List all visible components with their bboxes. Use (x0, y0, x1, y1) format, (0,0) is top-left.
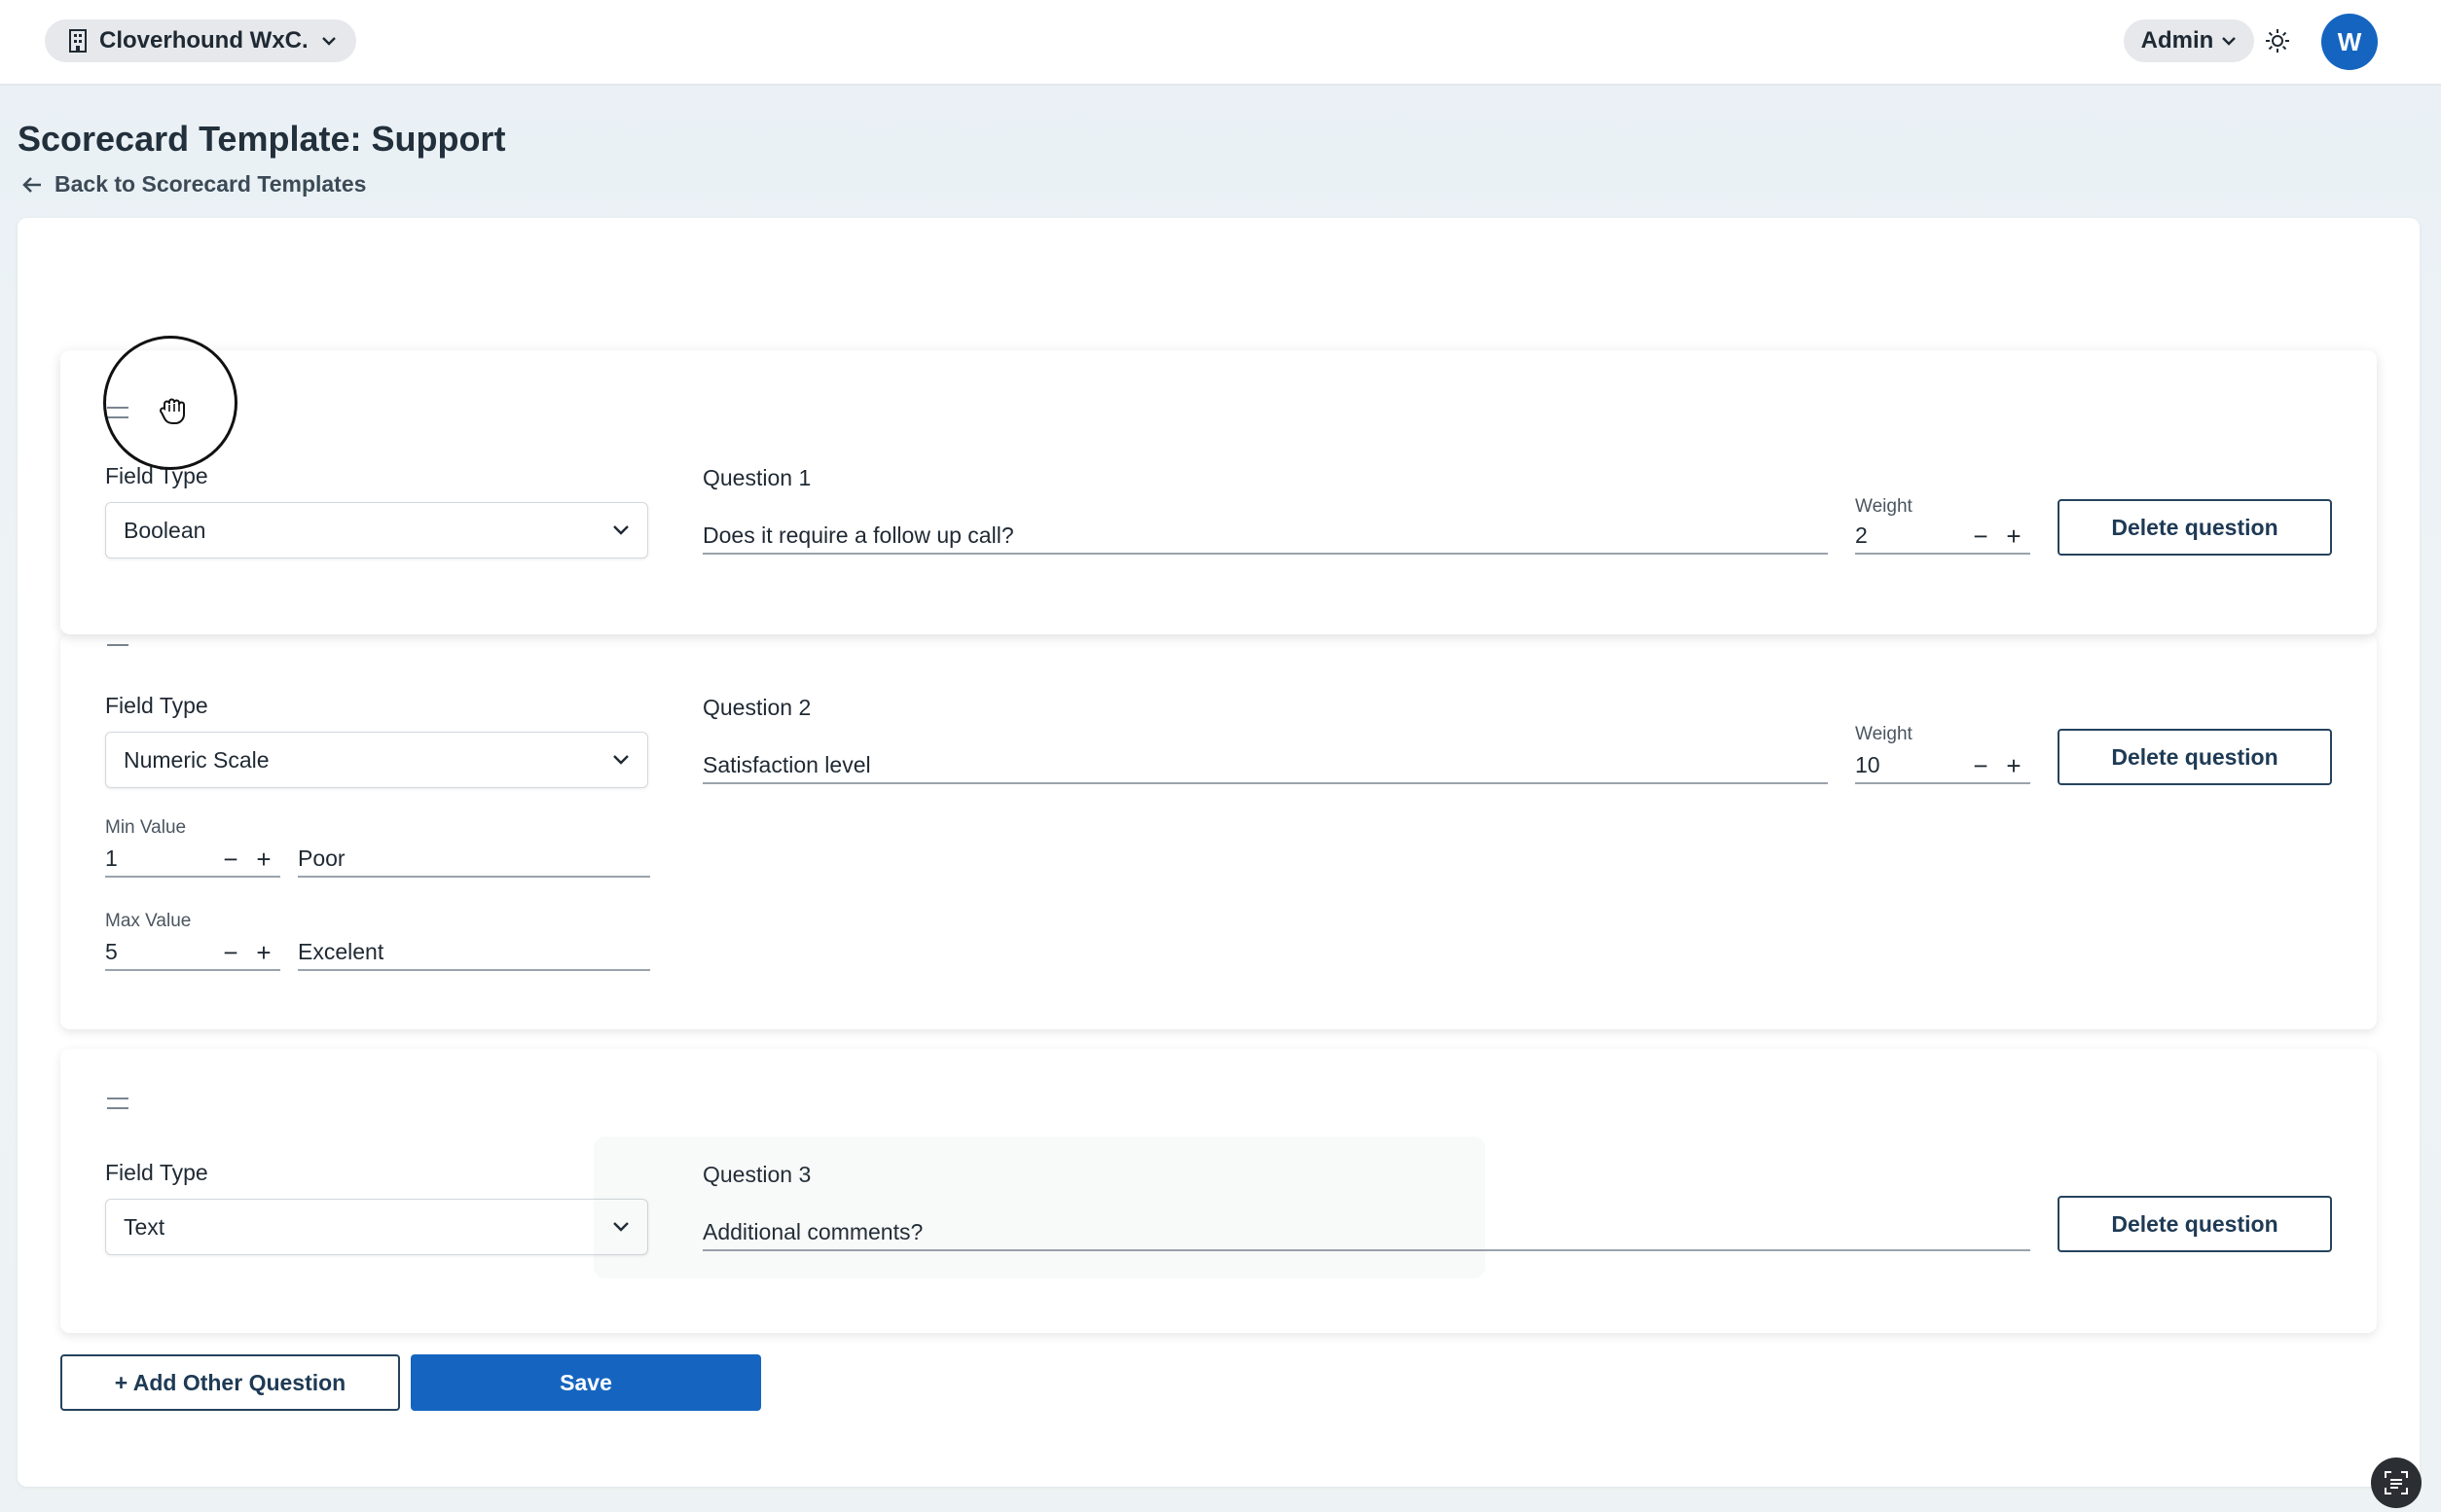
max-value-stepper[interactable]: 5 − + (105, 932, 280, 971)
delete-question-button[interactable]: Delete question (2058, 1196, 2332, 1252)
weight-stepper[interactable]: 2 − + (1855, 516, 2030, 555)
question-text-value: Does it require a follow up call? (703, 522, 1014, 548)
question-label: Question 1 (703, 465, 812, 490)
min-value-stepper[interactable]: 1 − + (105, 839, 280, 878)
top-bar: Cloverhound WxC... Admin W (0, 0, 2441, 86)
weight-label: Weight (1855, 724, 1913, 744)
question-card-1: Field Type Boolean Question 1 Does it re… (60, 350, 2377, 634)
screen-capture-button[interactable] (2371, 1458, 2422, 1508)
weight-value: 2 (1855, 522, 1868, 548)
question-label: Question 2 (703, 695, 812, 720)
delete-question-button[interactable]: Delete question (2058, 729, 2332, 785)
decrement-button[interactable]: − (214, 846, 247, 872)
field-type-value: Boolean (124, 517, 206, 543)
max-value: 5 (105, 939, 118, 964)
back-link[interactable]: Back to Scorecard Templates (21, 171, 366, 198)
question-text-input[interactable]: Does it require a follow up call? (703, 516, 1828, 555)
chevron-down-icon (322, 37, 336, 46)
add-question-button[interactable]: + Add Other Question (60, 1354, 400, 1411)
org-name: Cloverhound WxC... (99, 27, 310, 54)
increment-button[interactable]: + (247, 846, 280, 872)
weight-value: 10 (1855, 752, 1880, 777)
min-label-value: Poor (298, 846, 346, 871)
decrement-button[interactable]: − (1964, 753, 1997, 778)
max-value-label: Max Value (105, 911, 192, 931)
video-controls-overlay (594, 1136, 1485, 1278)
org-selector[interactable]: Cloverhound WxC... (45, 19, 356, 62)
page-title: Scorecard Template: Support (18, 119, 506, 159)
save-button[interactable]: Save (411, 1354, 761, 1411)
decrement-button[interactable]: − (1964, 523, 1997, 549)
avatar[interactable]: W (2321, 14, 2378, 70)
role-selector[interactable]: Admin (2124, 19, 2254, 62)
field-type-label: Field Type (105, 1160, 208, 1185)
max-label-input[interactable]: Excelent (298, 932, 650, 971)
building-icon (69, 29, 87, 53)
field-type-value: Text (124, 1213, 165, 1240)
back-link-label: Back to Scorecard Templates (55, 171, 367, 197)
question-text-value: Satisfaction level (703, 752, 871, 777)
field-type-label: Field Type (105, 693, 208, 718)
drag-handle-icon[interactable] (107, 1098, 128, 1109)
field-type-select[interactable]: Boolean (105, 502, 648, 558)
field-type-value: Numeric Scale (124, 746, 270, 773)
increment-button[interactable]: + (1997, 523, 2030, 549)
min-label-input[interactable]: Poor (298, 839, 650, 878)
min-value: 1 (105, 846, 118, 871)
decrement-button[interactable]: − (214, 940, 247, 965)
increment-button[interactable]: + (247, 940, 280, 965)
min-value-label: Min Value (105, 817, 187, 838)
chevron-down-icon (613, 755, 629, 765)
chevron-down-icon (2222, 37, 2237, 46)
weight-stepper[interactable]: 10 − + (1855, 745, 2030, 784)
field-type-select[interactable]: Numeric Scale (105, 732, 648, 788)
drag-handle-icon[interactable] (107, 634, 128, 646)
arrow-left-icon (22, 176, 41, 193)
increment-button[interactable]: + (1997, 753, 2030, 778)
grab-cursor-icon (160, 398, 185, 424)
question-card-2: Field Type Numeric Scale Question 2 Sati… (60, 634, 2377, 1029)
max-label-value: Excelent (298, 939, 384, 964)
scan-icon (2385, 1471, 2408, 1494)
delete-question-button[interactable]: Delete question (2058, 499, 2332, 556)
field-type-select[interactable]: Text (105, 1199, 648, 1255)
role-label: Admin (2140, 27, 2214, 54)
question-text-input[interactable]: Satisfaction level (703, 745, 1828, 784)
sun-icon[interactable] (2264, 27, 2291, 54)
weight-label: Weight (1855, 496, 1913, 517)
chevron-down-icon (613, 525, 629, 535)
